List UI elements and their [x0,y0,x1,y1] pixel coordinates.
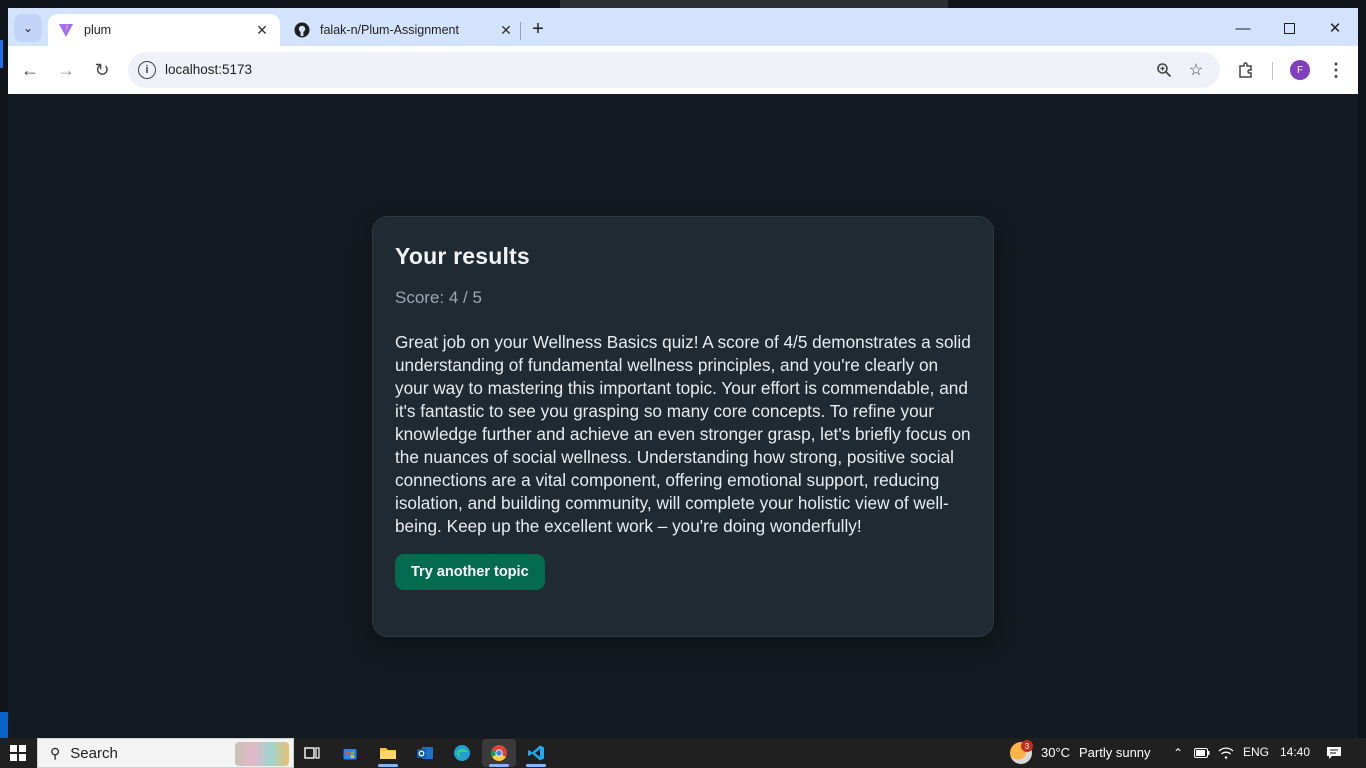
minimize-button[interactable]: — [1220,14,1266,42]
edge-accent [0,712,8,738]
search-highlight-image [235,742,289,766]
forward-button[interactable]: → [52,56,80,84]
browser-toolbar: ← → ↻ i localhost:5173 ☆ F ⋮ [8,46,1358,94]
tab-plum[interactable]: plum ✕ [48,14,280,46]
window-top-edge [0,0,1366,8]
weather-desc[interactable]: Partly sunny [1079,745,1151,760]
new-tab-button[interactable]: + [526,17,550,41]
address-bar[interactable]: i localhost:5173 ☆ [128,52,1220,88]
score-text: Score: 4 / 5 [395,288,482,307]
menu-dots-icon[interactable]: ⋮ [1324,58,1348,82]
store-icon[interactable] [338,741,362,765]
taskbar-search[interactable]: ⚲ Search [37,738,294,768]
weather-temp[interactable]: 30°C [1041,745,1070,760]
browser-window: ⌄ plum ✕ falak-n/Plum-Assignment ✕ + — ✕ [8,8,1358,738]
back-button[interactable]: ← [16,56,44,84]
site-info-icon[interactable]: i [138,61,156,79]
taskbar-search-label: Search [70,744,118,762]
tab-github[interactable]: falak-n/Plum-Assignment ✕ [284,14,524,46]
vite-logo-icon [58,22,74,38]
zoom-icon[interactable] [1154,60,1174,80]
toolbar-divider [1272,62,1273,80]
results-title: Your results [395,243,530,269]
github-icon [294,22,310,38]
vscode-icon[interactable] [524,741,548,765]
bookmark-star-icon[interactable]: ☆ [1186,60,1206,80]
edge-icon[interactable] [450,741,474,765]
outlook-icon[interactable] [413,741,437,765]
arrow-left-icon: ← [21,59,39,80]
window-right-edge [1358,0,1366,738]
windows-start-icon[interactable] [10,745,26,761]
tab-title: falak-n/Plum-Assignment [320,23,459,37]
chevron-down-icon: ⌄ [22,21,34,35]
chevron-up-icon[interactable]: ⌃ [1166,741,1190,765]
arrow-right-icon: → [57,59,75,80]
maximize-button[interactable] [1266,14,1312,42]
running-indicator [378,764,398,767]
profile-avatar[interactable]: F [1290,60,1310,80]
chrome-icon[interactable] [487,741,511,765]
close-icon[interactable]: ✕ [498,22,514,38]
taskbar: ⚲ Search 3 30°C Partly sunny ⌃ ENG 14:40 [0,738,1366,768]
window-top-edge-shade [560,0,948,8]
minimize-icon: — [1235,19,1251,37]
task-view-icon[interactable] [300,741,324,765]
running-indicator [489,764,509,767]
running-indicator [526,764,546,767]
edge-accent [0,40,3,68]
notification-icon[interactable] [1322,741,1346,765]
tab-search-button[interactable]: ⌄ [14,14,42,42]
maximize-icon [1283,22,1295,34]
results-card: Your results Score: 4 / 5 Great job on y… [372,216,994,637]
weather-badge: 3 [1021,740,1033,752]
close-icon[interactable]: ✕ [254,22,270,38]
tab-strip: ⌄ plum ✕ falak-n/Plum-Assignment ✕ + — ✕ [8,8,1358,46]
close-icon: ✕ [1328,20,1342,37]
tab-title: plum [84,23,112,37]
close-window-button[interactable]: ✕ [1312,14,1358,42]
results-summary: Great job on your Wellness Basics quiz! … [395,332,971,536]
tab-separator [520,22,521,40]
url-text[interactable]: localhost:5173 [165,62,252,77]
reload-button[interactable]: ↻ [88,56,116,84]
extensions-icon[interactable] [1234,58,1258,82]
try-another-topic-button[interactable]: Try another topic [395,554,545,590]
search-icon: ⚲ [50,744,61,761]
clock-time[interactable]: 14:40 [1280,745,1310,759]
page-content: Your results Score: 4 / 5 Great job on y… [8,94,1358,738]
reload-icon: ↻ [94,59,110,80]
wifi-icon[interactable] [1214,741,1238,765]
file-explorer-icon[interactable] [376,741,400,765]
language-indicator[interactable]: ENG [1243,745,1269,759]
window-left-edge [0,0,8,738]
battery-icon[interactable] [1190,741,1214,765]
